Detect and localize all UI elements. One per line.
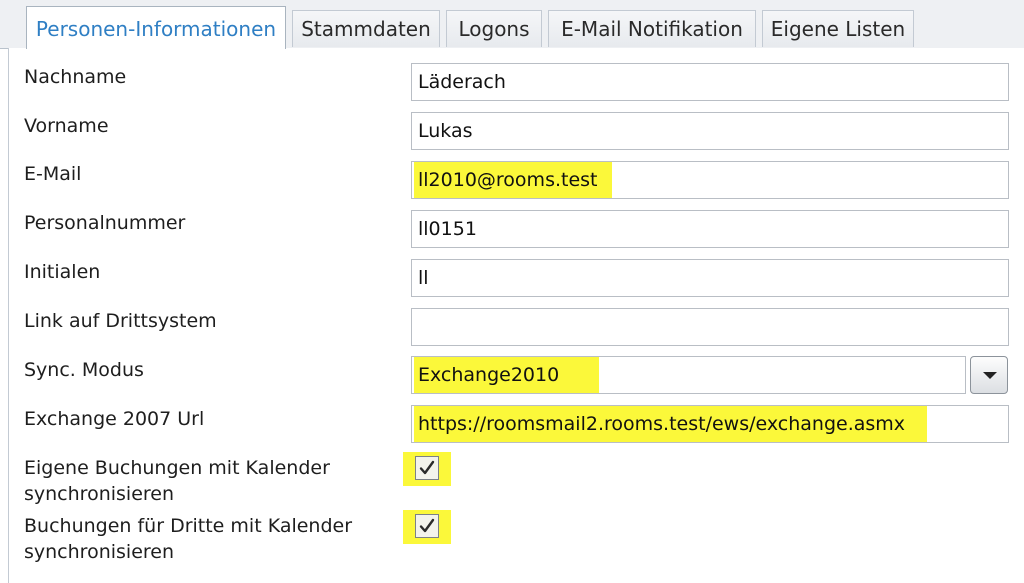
eigene-buchungen-label-line2: synchronisieren [24, 483, 175, 505]
personalnummer-label: Personalnummer [24, 212, 186, 234]
nachname-input[interactable]: Läderach [411, 63, 1009, 101]
eigene-buchungen-checkbox[interactable] [415, 456, 439, 480]
link-drittsystem-input[interactable] [411, 308, 1009, 346]
tab-email-notifikation[interactable]: E-Mail Notifikation [548, 10, 756, 47]
tab-bar: Personen-Informationen Stammdaten Logons… [0, 0, 1024, 49]
vorname-input[interactable]: Lukas [411, 112, 1009, 150]
eigene-buchungen-highlight [403, 452, 451, 486]
buchungen-dritte-highlight [403, 510, 451, 544]
email-value: ll2010@rooms.test [414, 162, 612, 198]
sync-modus-value: Exchange2010 [414, 357, 600, 393]
email-input[interactable]: ll2010@rooms.test [411, 161, 1009, 199]
nachname-value: Läderach [418, 71, 506, 93]
initialen-input[interactable]: ll [411, 259, 1009, 297]
tab-eigene-listen[interactable]: Eigene Listen [762, 10, 914, 47]
checkmark-icon [419, 460, 435, 475]
buchungen-dritte-label-line1: Buchungen für Dritte mit Kalender [24, 515, 353, 537]
buchungen-dritte-checkbox[interactable] [415, 514, 439, 538]
initialen-value: ll [418, 267, 429, 289]
personalnummer-input[interactable]: ll0151 [411, 210, 1009, 248]
checkmark-icon [419, 518, 435, 533]
chevron-down-icon [983, 372, 997, 379]
link-drittsystem-label: Link auf Drittsystem [24, 310, 217, 332]
eigene-buchungen-label-line1: Eigene Buchungen mit Kalender [24, 457, 330, 479]
exchange-url-label: Exchange 2007 Url [24, 408, 205, 430]
personalnummer-value: ll0151 [418, 218, 477, 240]
vorname-value: Lukas [418, 120, 473, 142]
tab-stammdaten[interactable]: Stammdaten [292, 10, 440, 47]
nachname-label: Nachname [24, 66, 127, 88]
exchange-url-input[interactable]: https://roomsmail2.rooms.test/ews/exchan… [411, 405, 1009, 443]
sync-modus-label: Sync. Modus [24, 359, 144, 381]
sync-modus-dropdown-button[interactable] [970, 356, 1008, 394]
initialen-label: Initialen [24, 261, 101, 283]
tab-personen-informationen[interactable]: Personen-Informationen [26, 6, 286, 49]
exchange-url-value: https://roomsmail2.rooms.test/ews/exchan… [414, 406, 928, 442]
sync-modus-select[interactable]: Exchange2010 [411, 356, 966, 394]
tab-logons[interactable]: Logons [446, 10, 542, 47]
vorname-label: Vorname [24, 115, 109, 137]
email-label: E-Mail [24, 163, 82, 185]
buchungen-dritte-label-line2: synchronisieren [24, 541, 175, 563]
